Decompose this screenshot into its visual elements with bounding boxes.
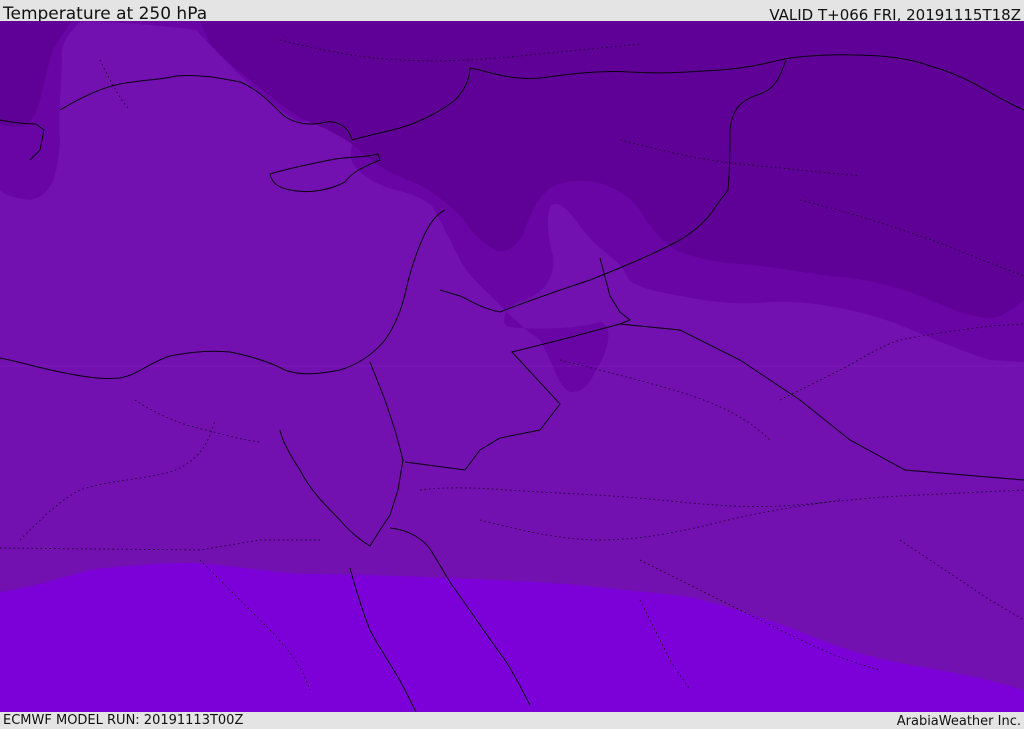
weather-map[interactable] — [0, 21, 1024, 712]
model-run-label: ECMWF MODEL RUN: 20191113T00Z — [3, 713, 244, 728]
header-bar: Temperature at 250 hPa VALID T+066 FRI, … — [0, 0, 1024, 24]
map-svg — [0, 21, 1024, 712]
credit-label: ArabiaWeather Inc. — [896, 714, 1021, 729]
map-page: Temperature at 250 hPa VALID T+066 FRI, … — [0, 0, 1024, 729]
footer-bar: ECMWF MODEL RUN: 20191113T00Z ArabiaWeat… — [0, 712, 1024, 729]
